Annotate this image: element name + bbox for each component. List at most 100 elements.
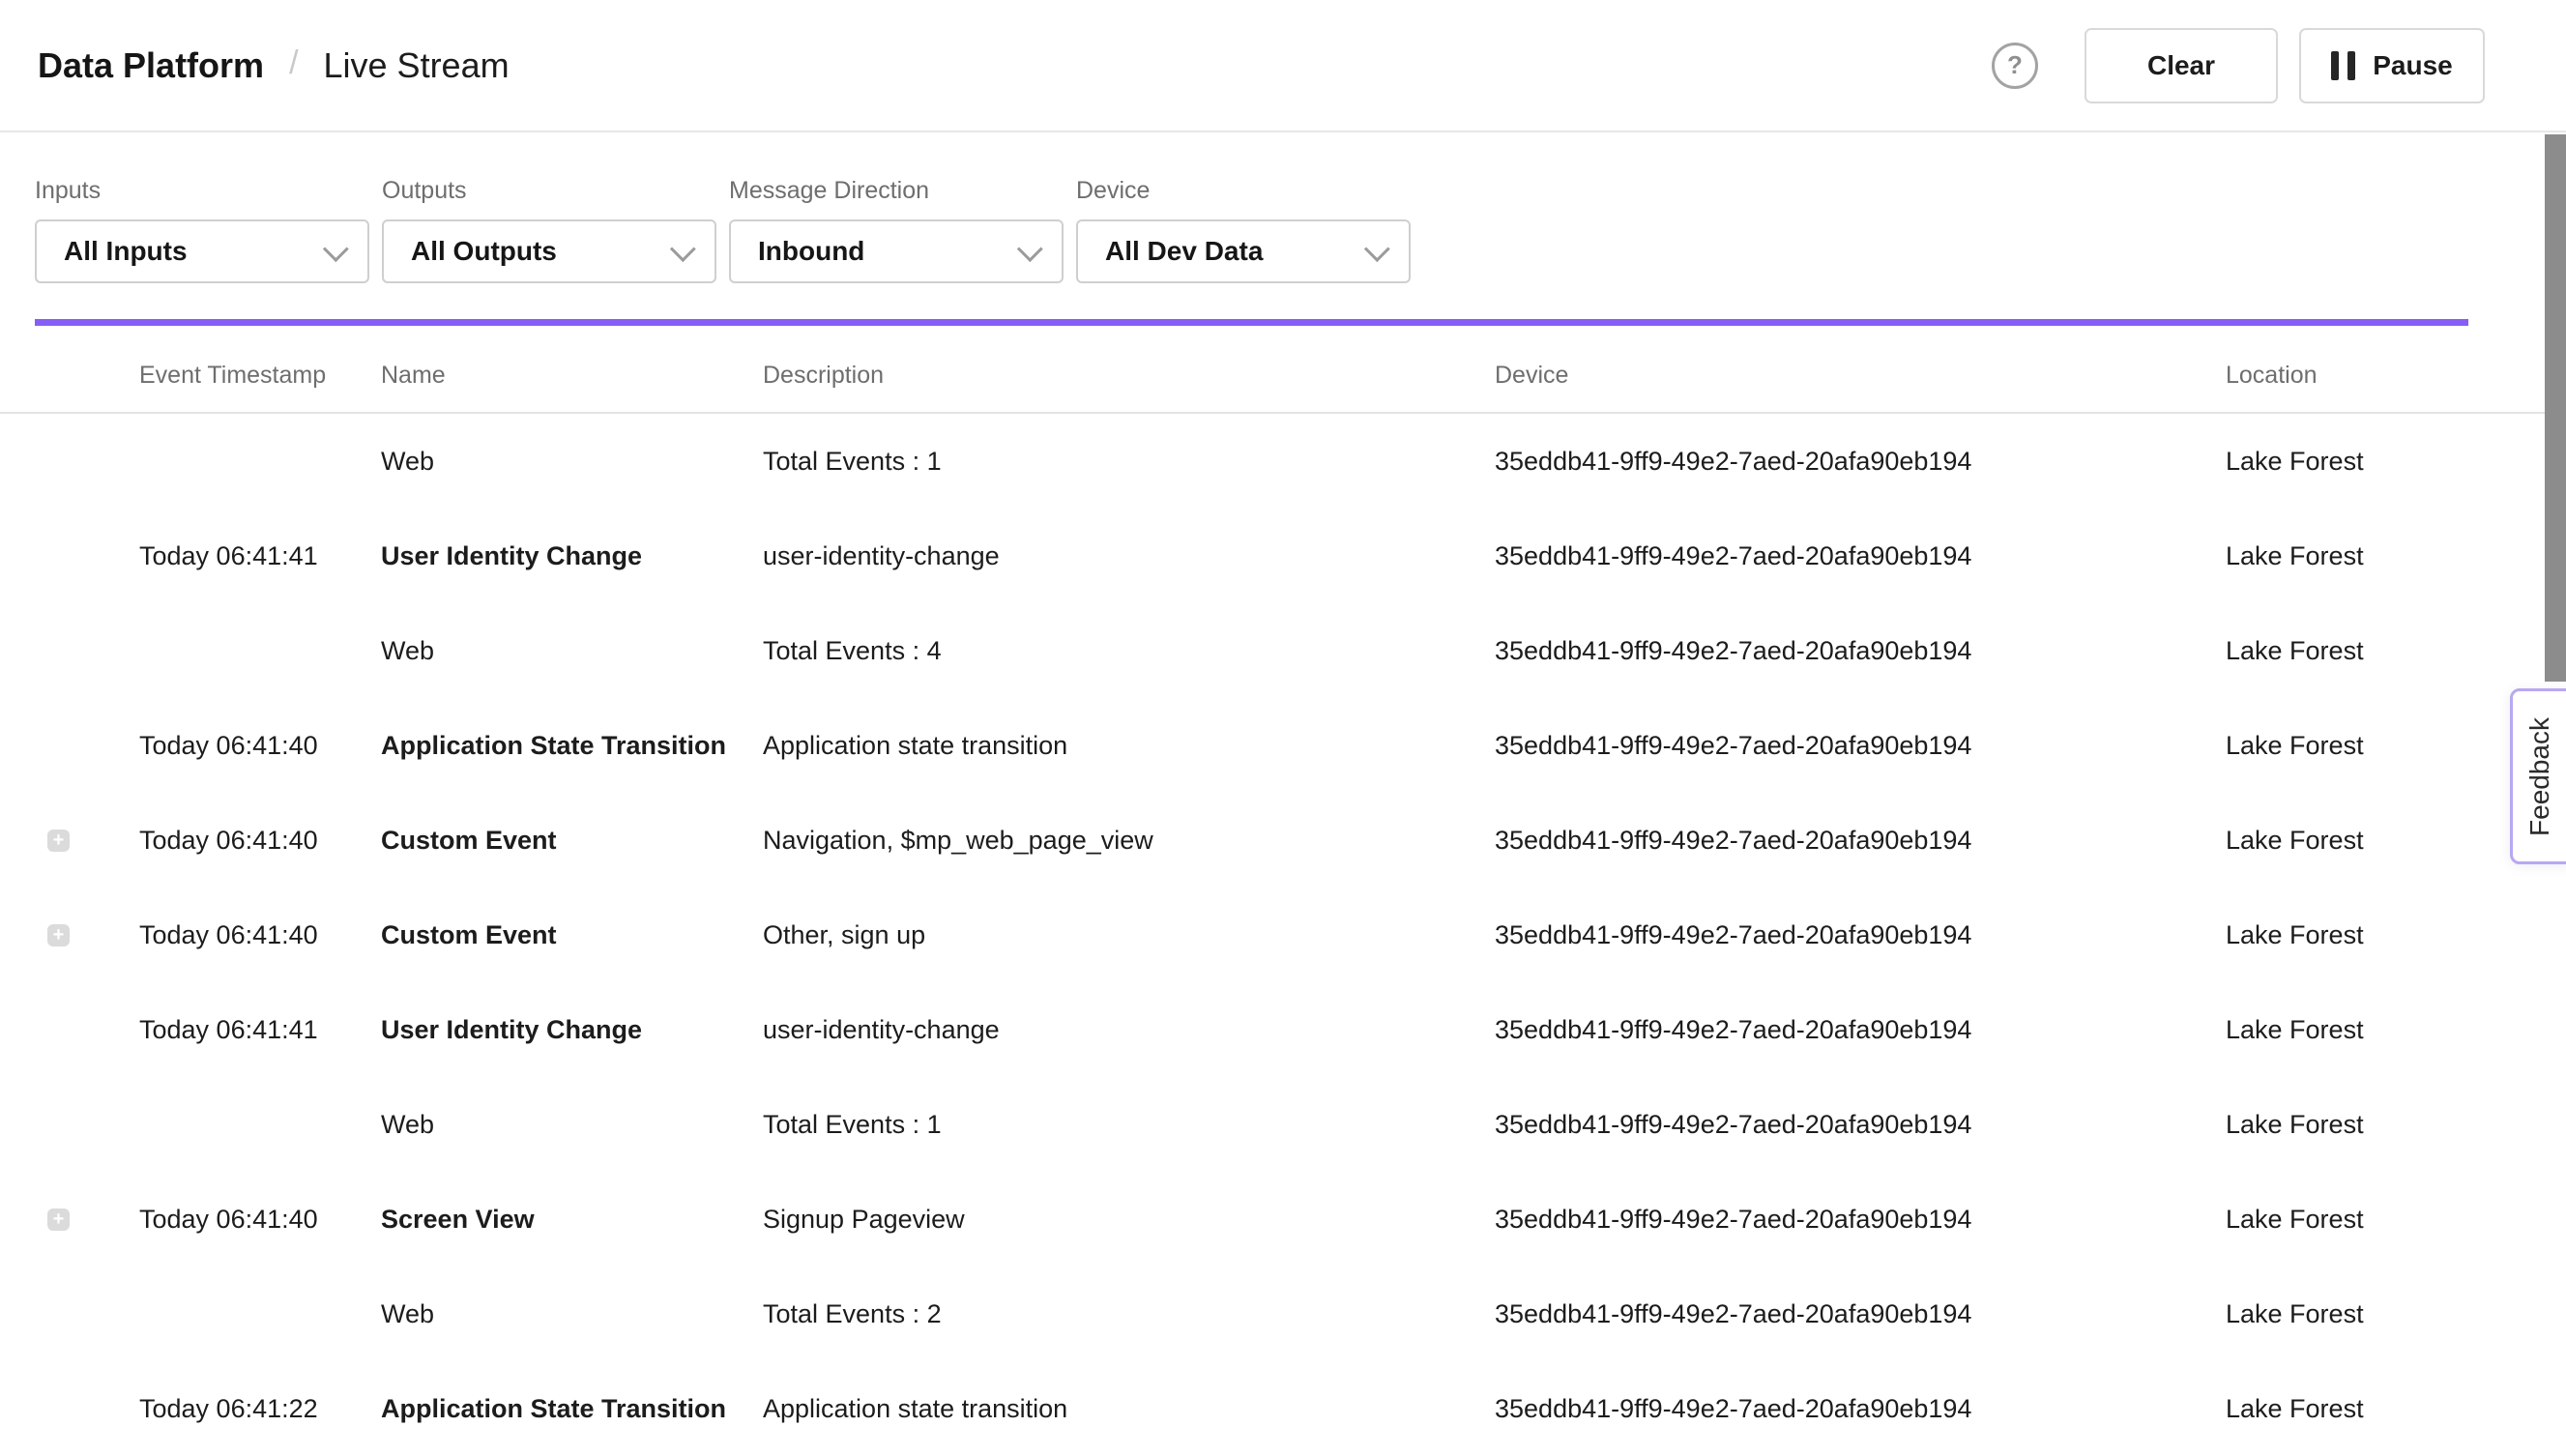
event-location: Lake Forest (2226, 920, 2566, 950)
vertical-scrollbar[interactable] (2545, 134, 2566, 682)
expand-cell: + (0, 830, 139, 852)
event-timestamp: Today 06:41:41 (139, 541, 381, 571)
table-row[interactable]: + Web Total Events : 4 35eddb41-9ff9-49e… (0, 603, 2566, 698)
event-location: Lake Forest (2226, 447, 2566, 477)
event-name: Web (381, 447, 763, 477)
event-device: 35eddb41-9ff9-49e2-7aed-20afa90eb194 (1495, 1205, 2226, 1235)
help-glyph: ? (2007, 50, 2023, 80)
event-description: Total Events : 1 (763, 1110, 1495, 1140)
expand-cell: + (0, 640, 139, 662)
expand-cell: + (0, 545, 139, 568)
event-location: Lake Forest (2226, 1299, 2566, 1329)
event-name: User Identity Change (381, 541, 763, 571)
event-description: Total Events : 4 (763, 636, 1495, 666)
header-device: Device (1495, 362, 2226, 390)
message-direction-filter-label: Message Direction (729, 177, 1064, 205)
event-name: Screen View (381, 1205, 763, 1235)
table-row[interactable]: + Today 06:41:40 Custom Event Navigation… (0, 793, 2566, 888)
chevron-down-icon (1364, 236, 1390, 262)
header-event-timestamp: Event Timestamp (139, 362, 381, 390)
event-description: Other, sign up (763, 920, 1495, 950)
event-description: user-identity-change (763, 1015, 1495, 1045)
feedback-tab-label: Feedback (2524, 717, 2555, 836)
table-row[interactable]: + Web Total Events : 2 35eddb41-9ff9-49e… (0, 1267, 2566, 1361)
table-row[interactable]: + Web Total Events : 1 35eddb41-9ff9-49e… (0, 414, 2566, 509)
event-timestamp: Today 06:41:40 (139, 1205, 381, 1235)
device-dropdown-value: All Dev Data (1105, 236, 1263, 267)
table-header: Event Timestamp Name Description Device … (0, 326, 2566, 414)
event-name: Custom Event (381, 826, 763, 856)
plus-icon: + (53, 925, 65, 945)
table-row[interactable]: + Today 06:41:41 User Identity Change us… (0, 509, 2566, 603)
event-device: 35eddb41-9ff9-49e2-7aed-20afa90eb194 (1495, 1110, 2226, 1140)
table-row[interactable]: + Today 06:41:40 Application State Trans… (0, 698, 2566, 793)
inputs-dropdown[interactable]: All Inputs (35, 219, 369, 283)
device-filter-label: Device (1076, 177, 1411, 205)
header-location: Location (2226, 362, 2566, 390)
top-bar-actions: ? Clear Pause (1992, 28, 2485, 103)
event-timestamp: Today 06:41:40 (139, 731, 381, 761)
event-device: 35eddb41-9ff9-49e2-7aed-20afa90eb194 (1495, 1015, 2226, 1045)
pause-button[interactable]: Pause (2299, 28, 2485, 103)
expand-cell: + (0, 1019, 139, 1041)
expand-cell: + (0, 735, 139, 757)
expand-cell: + (0, 451, 139, 473)
expand-cell: + (0, 1303, 139, 1325)
event-location: Lake Forest (2226, 1394, 2566, 1424)
event-device: 35eddb41-9ff9-49e2-7aed-20afa90eb194 (1495, 447, 2226, 477)
outputs-dropdown-value: All Outputs (411, 236, 557, 267)
event-name: Web (381, 1110, 763, 1140)
event-description: user-identity-change (763, 541, 1495, 571)
table-row[interactable]: + Today 06:41:40 Custom Event Other, sig… (0, 888, 2566, 982)
event-description: Application state transition (763, 731, 1495, 761)
device-dropdown[interactable]: All Dev Data (1076, 219, 1411, 283)
event-device: 35eddb41-9ff9-49e2-7aed-20afa90eb194 (1495, 1299, 2226, 1329)
outputs-filter: Outputs All Outputs (382, 177, 716, 283)
event-name: Application State Transition (381, 731, 763, 761)
outputs-dropdown[interactable]: All Outputs (382, 219, 716, 283)
plus-icon: + (53, 1209, 65, 1229)
event-location: Lake Forest (2226, 541, 2566, 571)
plus-icon: + (53, 830, 65, 850)
message-direction-dropdown[interactable]: Inbound (729, 219, 1064, 283)
chevron-down-icon (323, 236, 349, 262)
expand-button[interactable]: + (47, 830, 70, 852)
event-name: Custom Event (381, 920, 763, 950)
table-row[interactable]: + Web Total Events : 1 35eddb41-9ff9-49e… (0, 1077, 2566, 1172)
table-row[interactable]: + Today 06:41:22 Application State Trans… (0, 1361, 2566, 1456)
event-location: Lake Forest (2226, 1110, 2566, 1140)
table-row[interactable]: + Today 06:41:41 User Identity Change us… (0, 982, 2566, 1077)
message-direction-filter: Message Direction Inbound (729, 177, 1064, 283)
event-timestamp: Today 06:41:40 (139, 826, 381, 856)
event-location: Lake Forest (2226, 1205, 2566, 1235)
event-timestamp: Today 06:41:22 (139, 1394, 381, 1424)
chevron-down-icon (670, 236, 696, 262)
event-description: Navigation, $mp_web_page_view (763, 826, 1495, 856)
table-body: + Web Total Events : 1 35eddb41-9ff9-49e… (0, 414, 2566, 1456)
breadcrumb-separator: / (289, 44, 298, 82)
inputs-dropdown-value: All Inputs (64, 236, 188, 267)
outputs-filter-label: Outputs (382, 177, 716, 205)
top-bar: Data Platform / Live Stream ? Clear Paus… (0, 0, 2566, 132)
event-timestamp: Today 06:41:41 (139, 1015, 381, 1045)
breadcrumb-data-platform[interactable]: Data Platform (38, 45, 264, 86)
chevron-down-icon (1017, 236, 1043, 262)
header-description: Description (763, 362, 1495, 390)
inputs-filter-label: Inputs (35, 177, 369, 205)
clear-button[interactable]: Clear (2085, 28, 2278, 103)
event-device: 35eddb41-9ff9-49e2-7aed-20afa90eb194 (1495, 826, 2226, 856)
event-name: User Identity Change (381, 1015, 763, 1045)
event-device: 35eddb41-9ff9-49e2-7aed-20afa90eb194 (1495, 731, 2226, 761)
event-location: Lake Forest (2226, 636, 2566, 666)
event-name: Web (381, 636, 763, 666)
feedback-tab[interactable]: Feedback (2510, 688, 2566, 864)
header-name: Name (381, 362, 763, 390)
expand-cell: + (0, 1114, 139, 1136)
expand-button[interactable]: + (47, 924, 70, 946)
expand-button[interactable]: + (47, 1208, 70, 1231)
pause-icon (2331, 51, 2355, 80)
expand-cell: + (0, 1208, 139, 1231)
inputs-filter: Inputs All Inputs (35, 177, 369, 283)
table-row[interactable]: + Today 06:41:40 Screen View Signup Page… (0, 1172, 2566, 1267)
help-icon[interactable]: ? (1992, 43, 2038, 89)
